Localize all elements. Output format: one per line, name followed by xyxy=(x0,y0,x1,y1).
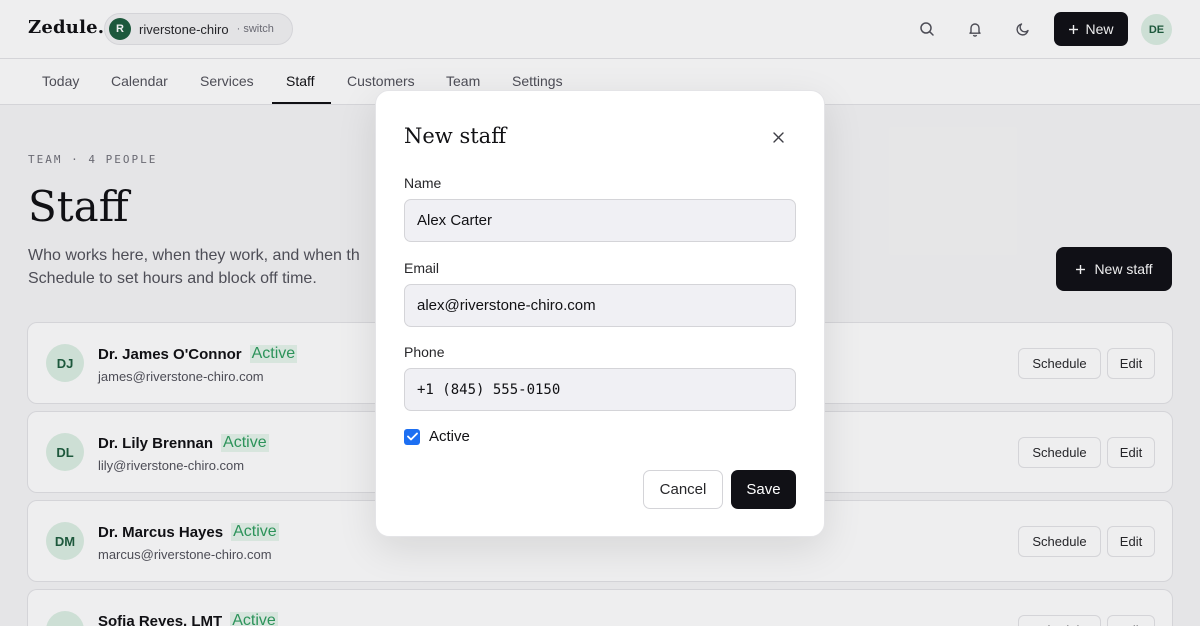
active-checkbox-row[interactable]: Active xyxy=(404,428,470,445)
dialog-title: New staff xyxy=(404,124,507,148)
email-input[interactable] xyxy=(404,284,796,327)
active-checkbox[interactable] xyxy=(404,428,420,445)
check-icon xyxy=(406,432,418,441)
active-checkbox-label: Active xyxy=(429,428,470,445)
new-staff-dialog: New staff Name Email Phone Active Cancel… xyxy=(375,90,825,537)
close-button[interactable] xyxy=(768,127,788,147)
email-label: Email xyxy=(404,260,440,276)
name-input[interactable] xyxy=(404,199,796,242)
save-button[interactable]: Save xyxy=(731,470,796,509)
name-label: Name xyxy=(404,175,442,191)
phone-label: Phone xyxy=(404,344,445,360)
cancel-button[interactable]: Cancel xyxy=(643,470,723,509)
phone-input[interactable] xyxy=(404,368,796,411)
close-icon xyxy=(772,131,784,143)
